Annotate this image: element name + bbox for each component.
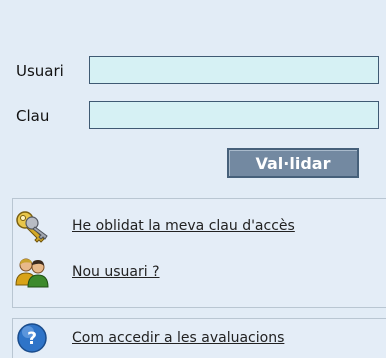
- new-user-link[interactable]: Nou usuari ?: [12, 254, 160, 290]
- user-input[interactable]: [89, 56, 379, 84]
- help-label: Com accedir a les avaluacions: [72, 330, 285, 346]
- user-label: Usuari: [16, 62, 64, 80]
- password-label: Clau: [16, 107, 50, 125]
- svg-text:?: ?: [27, 329, 37, 349]
- forgot-password-link[interactable]: He oblidat la meva clau d'accès: [12, 208, 295, 244]
- password-input[interactable]: [89, 101, 379, 129]
- help-icon: ?: [12, 320, 52, 356]
- forgot-password-label: He oblidat la meva clau d'accès: [72, 218, 295, 234]
- help-link[interactable]: ? Com accedir a les avaluacions: [12, 320, 284, 356]
- users-icon: [12, 254, 52, 290]
- login-panel: Usuari Clau Val·lidar He oblidat la meva…: [0, 0, 386, 358]
- new-user-label: Nou usuari ?: [72, 264, 160, 280]
- keys-icon: [12, 208, 52, 244]
- validate-button[interactable]: Val·lidar: [227, 148, 359, 178]
